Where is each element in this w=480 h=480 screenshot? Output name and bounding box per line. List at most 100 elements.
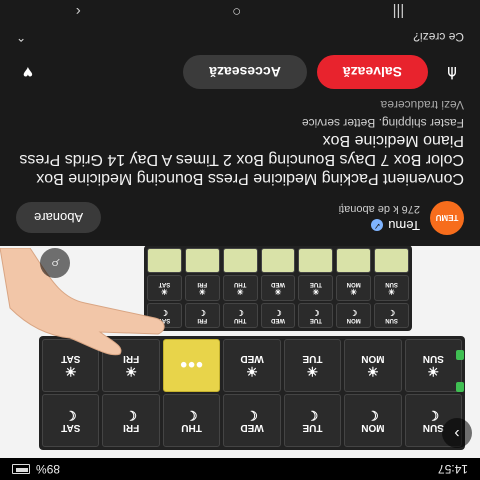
organizer-cell: ☀ MON bbox=[344, 339, 402, 392]
actions-row: ⋔ Salvează Accesează ♥ bbox=[0, 50, 480, 94]
organizer-cell-pills bbox=[374, 248, 409, 274]
pills-icon: ●●● bbox=[179, 358, 204, 374]
hand-illustration bbox=[0, 248, 165, 356]
moon-icon: ☾ bbox=[387, 307, 396, 317]
organizer-cell: MON ☾ bbox=[344, 394, 402, 447]
day-label: SUN bbox=[422, 422, 444, 433]
next-arrow-icon[interactable]: › bbox=[442, 418, 472, 448]
sun-icon: ☀ bbox=[387, 286, 396, 296]
seller-name-row[interactable]: Temu ✓ bbox=[101, 218, 420, 233]
product-title: Convenient Packing Medicine Press Bounci… bbox=[19, 132, 464, 187]
seller-row: TEMU Temu ✓ 276 k de abonați Abonare bbox=[0, 190, 480, 246]
day-label: THU bbox=[233, 280, 247, 287]
organizer-cell: ☀ TUE bbox=[283, 339, 342, 392]
organizer-cell: ☀ SUN bbox=[374, 275, 409, 301]
organizer-back-night-row: SUN ☾ MON ☾ TUE ☾ WED ☾ THU ☾ FRI ☾ SAT ☾ bbox=[146, 302, 409, 328]
seller-name[interactable]: Temu bbox=[388, 218, 420, 233]
nav-bar: ||| ○ ‹ bbox=[0, 0, 480, 24]
day-label: WED bbox=[240, 353, 264, 364]
moon-icon: ☾ bbox=[125, 408, 138, 423]
organizer-cell: FRI ☾ bbox=[184, 302, 220, 328]
day-label: TUE bbox=[302, 422, 323, 433]
translate-link[interactable]: Vezi traducerea bbox=[381, 98, 464, 112]
moon-icon: ☾ bbox=[427, 408, 440, 423]
day-label: THU bbox=[233, 316, 247, 323]
expand-icon[interactable]: ⌃ bbox=[16, 30, 26, 44]
seller-info: Temu ✓ 276 k de abonați bbox=[101, 203, 420, 233]
status-bar: 14:57 89% bbox=[0, 458, 480, 480]
day-label: MON bbox=[346, 316, 361, 323]
battery-icon bbox=[12, 464, 30, 474]
organizer-cell-pills bbox=[184, 248, 220, 274]
product-image[interactable]: SUN ☾ MON ☾ TUE ☾ WED ☾ THU ☾ FRI ☾ SAT ☾ ☀ SUN … bbox=[0, 246, 480, 458]
day-label: MON bbox=[346, 280, 361, 287]
organizer-cell: ☀ TUE bbox=[298, 275, 334, 301]
home-icon[interactable]: ○ bbox=[232, 4, 241, 21]
sun-icon: ☀ bbox=[312, 286, 320, 296]
moon-icon: ☾ bbox=[198, 307, 206, 317]
day-label: SUN bbox=[422, 353, 444, 364]
organizer-cell: ☀ WED bbox=[223, 339, 281, 392]
sun-icon: ☀ bbox=[246, 364, 258, 379]
day-label: WED bbox=[271, 280, 285, 287]
day-label: MON bbox=[361, 422, 385, 433]
moon-icon: ☾ bbox=[367, 408, 379, 423]
organizer-cell: MON ☾ bbox=[336, 302, 372, 328]
save-button[interactable]: Salvează bbox=[316, 55, 428, 89]
day-label: TUE bbox=[309, 280, 322, 287]
verified-icon: ✓ bbox=[371, 219, 384, 232]
sun-icon: ☀ bbox=[236, 286, 244, 296]
organizer-cell: ☀ MON bbox=[336, 275, 372, 301]
moon-icon: ☾ bbox=[64, 408, 77, 423]
day-label: SAT bbox=[61, 422, 81, 433]
organizer-back-pills-row bbox=[146, 248, 409, 274]
tag-icon bbox=[456, 382, 464, 392]
day-label: SUN bbox=[385, 280, 398, 287]
day-label: THU bbox=[181, 422, 202, 433]
day-label: FRI bbox=[197, 316, 208, 323]
organizer-cell: TUE ☾ bbox=[298, 302, 334, 328]
moon-icon: ☾ bbox=[312, 307, 320, 317]
day-label: WED bbox=[271, 316, 285, 323]
organizer-cell: THU ☾ bbox=[222, 302, 258, 328]
subscribe-button[interactable]: Abonare bbox=[16, 202, 102, 234]
organizer-cell: ☀ WED bbox=[260, 275, 296, 301]
day-label: WED bbox=[240, 422, 264, 433]
sun-icon: ☀ bbox=[198, 286, 206, 296]
sun-icon: ☀ bbox=[350, 286, 358, 296]
product-subtitle: Faster shipping. Better service bbox=[301, 116, 464, 130]
sun-icon: ☀ bbox=[427, 364, 440, 379]
recent-apps-icon[interactable]: ||| bbox=[393, 4, 405, 21]
organizer-night-row: SUN ☾ MON ☾ TUE ☾ WED ☾ THU ☾ FRI ☾ SAT ☾ bbox=[42, 394, 462, 447]
comment-question[interactable]: Ce crezi? bbox=[413, 30, 464, 44]
day-label: TUE bbox=[302, 353, 323, 364]
comment-row[interactable]: Ce crezi? ⌃ bbox=[0, 26, 480, 48]
access-button[interactable]: Accesează bbox=[183, 55, 307, 89]
back-icon[interactable]: ‹ bbox=[76, 4, 81, 21]
organizer-cell: ☀ FRI bbox=[184, 275, 220, 301]
organizer-cell: THU ☾ bbox=[162, 394, 221, 447]
lens-icon[interactable]: ⌕ bbox=[40, 248, 70, 278]
organizer-cell-pills bbox=[298, 248, 334, 274]
day-label: FRI bbox=[123, 422, 140, 433]
organizer-cell: WED ☾ bbox=[260, 302, 296, 328]
organizer-cell-pills bbox=[336, 248, 372, 274]
organizer-cell: SAT ☾ bbox=[42, 394, 100, 447]
phone-screen: 14:57 89% SUN ☾ MON ☾ TUE ☾ WED ☾ THU ☾ FRI ☾ … bbox=[0, 0, 480, 480]
sun-icon: ☀ bbox=[367, 364, 379, 379]
organizer-back-day-row: ☀ SUN ☀ MON ☀ TUE ☀ WED ☀ THU ☀ FRI ☀ SAT bbox=[146, 275, 409, 301]
day-label: TUE bbox=[309, 316, 322, 323]
organizer-cell: TUE ☾ bbox=[283, 394, 342, 447]
status-time: 14:57 bbox=[437, 462, 468, 476]
tag-icon bbox=[456, 350, 464, 360]
day-label: FRI bbox=[197, 280, 208, 287]
organizer-cell: ☀ SUN bbox=[404, 339, 462, 392]
sun-icon: ☀ bbox=[274, 286, 282, 296]
organizer-cell-pills bbox=[222, 248, 258, 274]
temu-logo[interactable]: TEMU bbox=[430, 201, 464, 235]
heart-icon[interactable]: ♥ bbox=[14, 58, 42, 86]
share-icon[interactable]: ⋔ bbox=[438, 58, 466, 86]
organizer-cell-pills bbox=[260, 248, 296, 274]
organizer-cell: ☀ THU bbox=[222, 275, 258, 301]
status-right: 89% bbox=[12, 462, 60, 476]
